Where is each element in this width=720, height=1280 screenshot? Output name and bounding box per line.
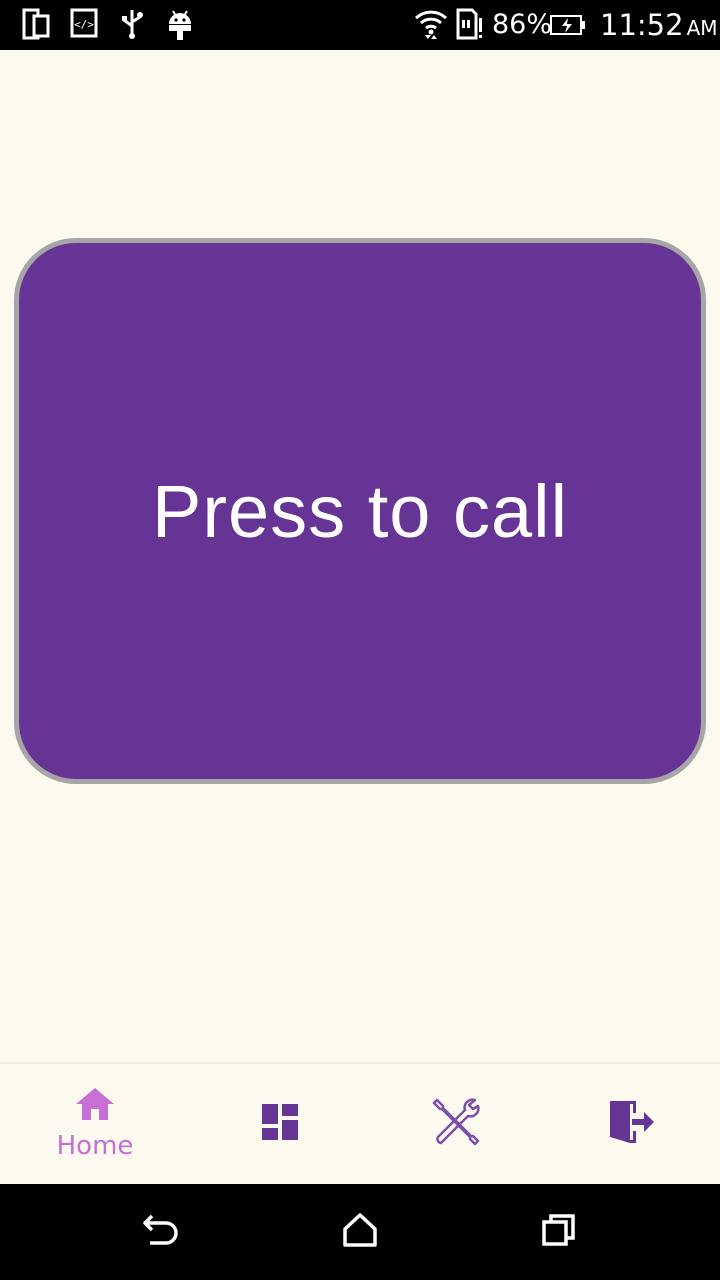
battery-percent: 86% — [492, 9, 553, 40]
bottom-navigation: Home — [0, 1062, 720, 1184]
developer-code-icon: </> — [70, 8, 98, 38]
home-icon — [75, 1087, 115, 1125]
nav-item-tools[interactable] — [366, 1064, 546, 1184]
call-button-label: Press to call — [151, 469, 569, 553]
battery-charging-icon — [550, 14, 586, 36]
recents-icon[interactable] — [540, 1212, 578, 1252]
dashboard-icon — [261, 1103, 299, 1145]
screen-rotate-icon — [22, 8, 50, 40]
clock-am-pm: AM — [686, 16, 718, 40]
tools-icon — [431, 1097, 481, 1151]
nav-label-home: Home — [56, 1131, 134, 1161]
clock-time: 11:52 — [600, 8, 684, 42]
back-icon[interactable] — [142, 1212, 180, 1252]
press-to-call-button[interactable]: Press to call — [14, 238, 706, 784]
status-bar: </> 86% 11:52 AM — [0, 0, 720, 50]
system-navigation-bar — [0, 1184, 720, 1280]
sim-alert-icon — [456, 8, 484, 40]
android-debug-icon — [166, 8, 194, 42]
logout-icon — [606, 1097, 656, 1151]
nav-item-home[interactable]: Home — [5, 1064, 185, 1184]
svg-text:</>: </> — [74, 18, 94, 31]
clock: 11:52 AM — [600, 8, 718, 42]
usb-icon — [120, 8, 144, 40]
nav-item-logout[interactable] — [541, 1064, 720, 1184]
home-outline-icon[interactable] — [342, 1212, 378, 1252]
nav-item-dashboard[interactable] — [190, 1064, 370, 1184]
wifi-icon — [414, 8, 448, 40]
